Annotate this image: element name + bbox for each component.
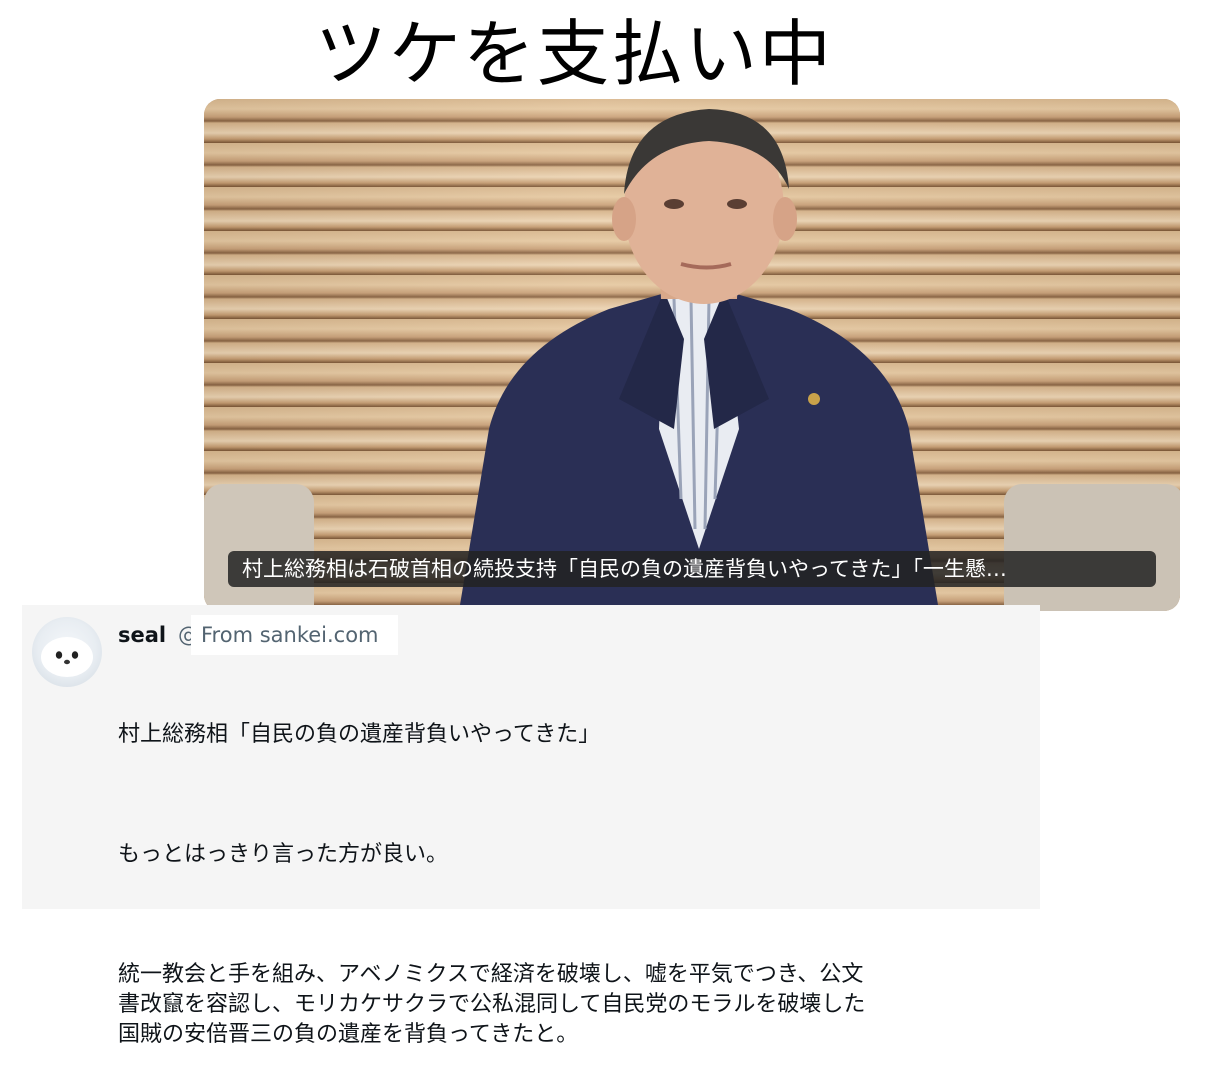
username[interactable]: seal: [118, 620, 166, 650]
post-paragraph-2: もっとはっきり言った方が良い。: [118, 842, 449, 867]
chair-right: [1004, 484, 1180, 611]
post-paragraph-3: 統一教会と手を組み、アベノミクスで経済を破壊し、嘘を平気でつき、公文 書改竄を容…: [118, 962, 866, 1047]
seal-avatar-icon: [41, 637, 93, 677]
link-card-image[interactable]: 村上総務相は石破首相の続投支持「自民の負の遺産背負いやってきた」「一生懸…: [204, 99, 1180, 611]
chair-left: [204, 484, 314, 611]
video-caption: 村上総務相は石破首相の続投支持「自民の負の遺産背負いやってきた」「一生懸…: [228, 551, 1156, 587]
headline-text: ツケを支払い中: [314, 12, 833, 96]
post-paragraph-1: 村上総務相「自民の負の遺産背負いやってきた」: [118, 722, 601, 747]
link-source-label[interactable]: From sankei.com: [191, 615, 398, 655]
post-text: 村上総務相「自民の負の遺産背負いやってきた」 もっとはっきり言った方が良い。 統…: [118, 660, 1028, 1080]
person-figure: [459, 109, 939, 611]
avatar[interactable]: [32, 617, 102, 687]
